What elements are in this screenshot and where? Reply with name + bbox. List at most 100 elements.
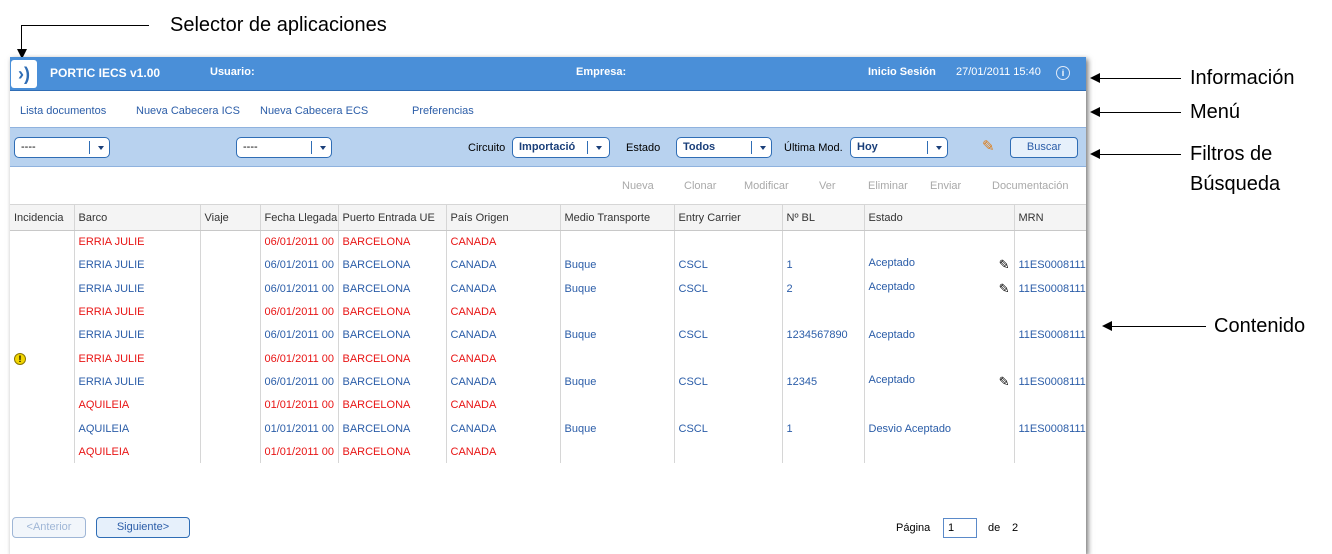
cell-estado: Aceptado	[864, 323, 1015, 347]
search-button[interactable]: Buscar	[1010, 137, 1078, 158]
page-label: Página	[896, 522, 931, 534]
cell-barco: AQUILEIA	[74, 393, 201, 417]
table-row[interactable]: AQUILEIA 01/01/2011 00 BARCELONA CANADA Buqu…	[10, 416, 1086, 441]
cell-fecha: 06/01/2011 00	[260, 370, 339, 394]
cell-fecha: 06/01/2011 00	[260, 230, 339, 254]
cell-puerto-text: BARCELONA	[342, 282, 411, 295]
action-clonar[interactable]: Clonar	[684, 180, 716, 192]
column-header[interactable]: Barco	[74, 204, 201, 231]
cell-barco-text: ERRIA JULIE	[78, 259, 145, 272]
column-header[interactable]: Viaje	[200, 204, 261, 231]
main-menu: Lista documentos Nueva Cabecera ICS Nuev…	[10, 91, 1086, 127]
cell-mrn	[1014, 393, 1086, 417]
column-header[interactable]: Fecha Llegada	[260, 204, 339, 231]
action-eliminar[interactable]: Eliminar	[868, 180, 908, 192]
action-ver[interactable]: Ver	[819, 180, 836, 192]
cell-estado	[864, 346, 1015, 371]
edit-pencil-icon[interactable]: ✎	[999, 281, 1010, 297]
table-row[interactable]: ERRIA JULIE 06/01/2011 00 BARCELONA CANADA B…	[10, 277, 1086, 301]
table-header-row: Incidencia Barco Viaje Fecha Llegada Pue…	[10, 204, 1086, 231]
menu-item-nueva-cabecera-ics[interactable]: Nueva Cabecera ICS	[136, 105, 240, 117]
table-row[interactable]: AQUILEIA 01/01/2011 00 BARCELONA CANADA	[10, 440, 1086, 464]
cell-pais-text: CANADA	[450, 329, 497, 342]
cell-incidencia	[10, 370, 75, 394]
info-icon[interactable]: i	[1056, 66, 1070, 80]
cell-carrier: CSCL	[674, 370, 783, 394]
column-header[interactable]: Nº BL	[782, 204, 865, 231]
filter-select-2[interactable]: ----	[236, 137, 332, 158]
action-nueva[interactable]: Nueva	[622, 180, 654, 192]
table-row[interactable]: ERRIA JULIE 06/01/2011 00 BARCELONA CANADA	[10, 230, 1086, 254]
cell-viaje	[200, 230, 261, 254]
circuito-select[interactable]: Importació	[512, 137, 610, 158]
cell-medio-text: Buque	[564, 259, 597, 272]
cell-medio-text: Buque	[564, 282, 597, 295]
cell-medio	[560, 393, 675, 417]
table-row[interactable]: ERRIA JULIE 06/01/2011 00 BARCELONA CANADA B…	[10, 370, 1086, 394]
estado-select[interactable]: Todos	[676, 137, 772, 158]
cell-pais: CANADA	[446, 323, 561, 347]
table-row[interactable]: AQUILEIA 01/01/2011 00 BARCELONA CANADA	[10, 393, 1086, 417]
table-row[interactable]: ! ERRIA JULIE 06/01/2011 00 BARCELONA CANADA	[10, 346, 1086, 371]
cell-mrn-text: 11ES0008111	[1018, 375, 1086, 388]
cell-pais: CANADA	[446, 230, 561, 254]
app-selector-icon[interactable]: ›)	[11, 60, 37, 88]
cell-puerto-text: BARCELONA	[342, 445, 411, 458]
cell-barco-text: ERRIA JULIE	[78, 329, 145, 342]
column-header[interactable]: MRN	[1014, 204, 1086, 231]
cell-pais: CANADA	[446, 440, 561, 464]
annotation-content: Contenido	[1214, 315, 1306, 337]
cell-mrn	[1014, 346, 1086, 371]
cell-mrn-text: 11ES0008111	[1018, 329, 1086, 342]
cell-carrier	[674, 230, 783, 254]
session-time: 27/01/2011 15:40	[956, 66, 1041, 78]
cell-puerto: BARCELONA	[338, 393, 447, 417]
cell-mrn	[1014, 440, 1086, 464]
annotation-filters-2: Búsqueda	[1190, 173, 1281, 195]
menu-item-nueva-cabecera-ecs[interactable]: Nueva Cabecera ECS	[260, 105, 368, 117]
ultima-mod-select[interactable]: Hoy	[850, 137, 948, 158]
previous-page-button[interactable]: <Anterior	[12, 517, 86, 538]
action-modificar[interactable]: Modificar	[744, 180, 789, 192]
action-enviar[interactable]: Enviar	[930, 180, 961, 192]
cell-bl: 1234567890	[782, 323, 865, 347]
table-row[interactable]: ERRIA JULIE 06/01/2011 00 BARCELONA CANADA B…	[10, 323, 1086, 347]
table-row[interactable]: ERRIA JULIE 06/01/2011 00 BARCELONA CANADA B…	[10, 253, 1086, 278]
column-header[interactable]: Estado	[864, 204, 1015, 231]
menu-item-preferencias[interactable]: Preferencias	[412, 105, 474, 117]
cell-fecha: 06/01/2011 00	[260, 323, 339, 347]
cell-medio-text: Buque	[564, 375, 597, 388]
cell-incidencia	[10, 416, 75, 441]
cell-fecha-text: 06/01/2011 00	[264, 236, 335, 249]
cell-fecha-text: 01/01/2011 00	[264, 399, 335, 412]
next-page-button[interactable]: Siguiente>	[96, 517, 190, 538]
column-header[interactable]: País Origen	[446, 204, 561, 231]
column-header[interactable]: Entry Carrier	[674, 204, 783, 231]
cell-viaje	[200, 416, 261, 441]
search-filters: ---- ---- Circuito Importació Estado Tod…	[10, 127, 1086, 167]
eraser-icon[interactable]: ✎	[982, 138, 1000, 156]
column-header[interactable]: Puerto Entrada UE	[338, 204, 447, 231]
edit-pencil-icon[interactable]: ✎	[999, 257, 1010, 273]
cell-carrier	[674, 346, 783, 371]
column-header[interactable]: Incidencia	[10, 204, 75, 231]
cell-barco: AQUILEIA	[74, 440, 201, 464]
filter-select-2-value: ----	[243, 141, 258, 153]
table-row[interactable]: ERRIA JULIE 06/01/2011 00 BARCELONA CANADA	[10, 300, 1086, 324]
chevron-down-icon	[936, 146, 942, 150]
action-documentacion[interactable]: Documentación	[992, 180, 1068, 192]
cell-viaje	[200, 300, 261, 324]
warning-icon[interactable]: !	[14, 352, 26, 365]
cell-puerto-text: BARCELONA	[342, 306, 411, 319]
edit-pencil-icon[interactable]: ✎	[999, 374, 1010, 390]
cell-fecha: 06/01/2011 00	[260, 346, 339, 371]
cell-mrn: 11ES0008111	[1014, 277, 1086, 301]
cell-pais-text: CANADA	[450, 375, 497, 388]
cell-puerto-text: BARCELONA	[342, 399, 411, 412]
cell-puerto: BARCELONA	[338, 253, 447, 278]
page-number-input[interactable]: 1	[943, 518, 977, 538]
menu-item-lista-documentos[interactable]: Lista documentos	[20, 105, 106, 117]
cell-puerto-text: BARCELONA	[342, 352, 411, 365]
column-header[interactable]: Medio Transporte	[560, 204, 675, 231]
filter-select-1[interactable]: ----	[14, 137, 110, 158]
